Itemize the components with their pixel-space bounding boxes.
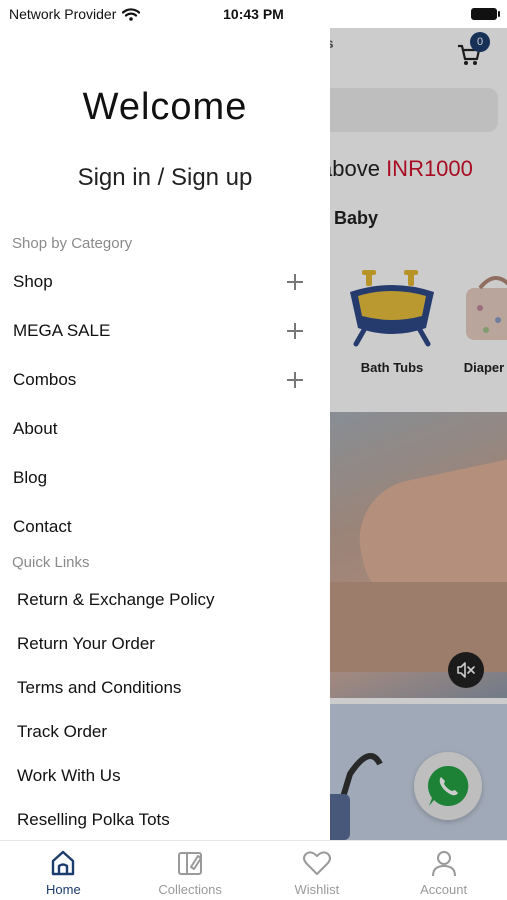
speaker-muted-icon xyxy=(457,662,475,678)
quick-links-label: Quick Links xyxy=(12,554,90,571)
quick-link-terms-and-conditions[interactable]: Terms and Conditions xyxy=(17,678,181,698)
menu-item-about[interactable]: About xyxy=(13,414,303,444)
home-icon xyxy=(52,850,75,876)
menu-item-label: Shop xyxy=(13,272,53,291)
menu-item-shop[interactable]: Shop xyxy=(13,267,303,297)
category-label: Bath Tubs xyxy=(360,360,424,375)
shop-by-category-label: Shop by Category xyxy=(12,235,133,252)
menu-item-label: Contact xyxy=(13,517,72,536)
cart-button[interactable]: 0 xyxy=(456,32,490,68)
account-icon xyxy=(431,851,456,877)
whatsapp-button[interactable] xyxy=(414,752,482,820)
bottom-tab-bar: Home Collections Wishlist Account xyxy=(0,840,507,900)
menu-item-blog[interactable]: Blog xyxy=(13,463,303,493)
tab-label: Wishlist xyxy=(294,882,340,897)
menu-item-label: Combos xyxy=(13,370,77,389)
bath-tub-icon xyxy=(350,270,434,347)
menu-item-label: MEGA SALE xyxy=(13,321,111,340)
tab-label: Collections xyxy=(158,882,222,897)
heart-icon xyxy=(302,851,331,875)
status-bar: Network Provider 10:43 PM xyxy=(0,0,507,28)
battery-icon xyxy=(471,8,500,20)
category-label: Diaper xyxy=(463,360,505,375)
tab-home[interactable]: Home xyxy=(0,841,127,900)
welcome-heading: Welcome xyxy=(82,86,248,128)
diaper-bag-icon xyxy=(466,276,507,340)
plus-icon[interactable] xyxy=(287,372,303,388)
quick-link-work-with-us[interactable]: Work With Us xyxy=(17,766,121,786)
cart-count-badge: 0 xyxy=(470,32,490,52)
menu-item-label: About xyxy=(13,419,58,438)
menu-item-label: Blog xyxy=(13,468,48,487)
collections-icon xyxy=(178,852,203,875)
tab-label: Home xyxy=(46,882,81,897)
promo-banner: above INR1000 xyxy=(320,156,473,182)
menu-item-mega-sale[interactable]: MEGA SALE xyxy=(13,316,303,346)
sign-in-link[interactable]: Sign in / Sign up xyxy=(0,164,330,192)
category-tile-bath-tubs[interactable]: Bath Tubs xyxy=(342,268,442,375)
promo-highlight: INR1000 xyxy=(386,156,473,181)
tab-label: Account xyxy=(420,882,468,897)
mute-button[interactable] xyxy=(448,652,484,688)
menu-item-combos[interactable]: Combos xyxy=(13,365,303,395)
quick-link-reselling[interactable]: Reselling Polka Tots xyxy=(17,810,170,830)
side-drawer: Welcome Sign in / Sign up Shop by Catego… xyxy=(0,28,330,840)
quick-link-return-exchange-policy[interactable]: Return & Exchange Policy xyxy=(17,590,215,610)
quick-link-return-your-order[interactable]: Return Your Order xyxy=(17,634,155,654)
tab-account[interactable]: Account xyxy=(380,841,507,900)
quick-link-track-order[interactable]: Track Order xyxy=(17,722,107,742)
promo-video[interactable] xyxy=(310,412,507,698)
plus-icon[interactable] xyxy=(287,323,303,339)
category-tile-diaper[interactable]: Diaper xyxy=(434,268,507,375)
tab-wishlist[interactable]: Wishlist xyxy=(254,841,381,900)
menu-item-contact[interactable]: Contact xyxy=(13,512,303,542)
whatsapp-icon xyxy=(428,765,469,806)
tab-collections[interactable]: Collections xyxy=(127,841,254,900)
category-heading: Baby xyxy=(334,208,379,228)
status-time: 10:43 PM xyxy=(223,6,284,22)
plus-icon[interactable] xyxy=(287,274,303,290)
